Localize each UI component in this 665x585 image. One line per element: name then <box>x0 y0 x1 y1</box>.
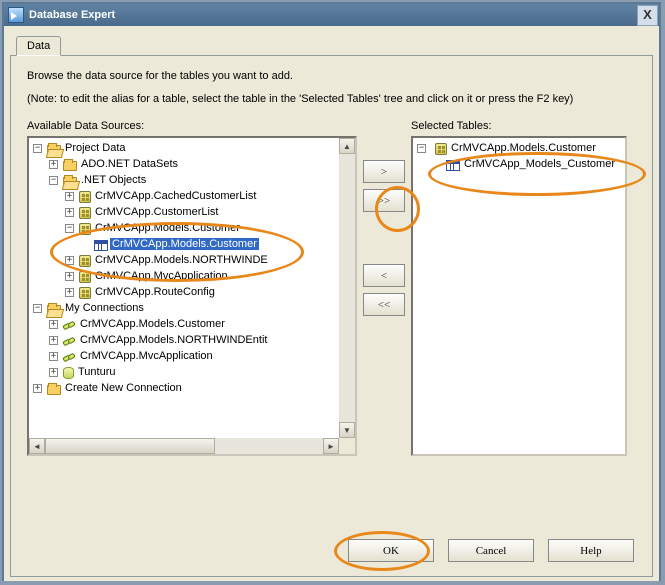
tab-panel: Browse the data source for the tables yo… <box>10 55 653 577</box>
tree-node-connection[interactable]: + CrMVCApp.MvcApplication <box>31 348 355 364</box>
help-button[interactable]: Help <box>548 539 634 562</box>
tree-node-class[interactable]: + CrMVCApp.CachedCustomerList <box>31 188 355 204</box>
ok-button[interactable]: OK <box>348 539 434 562</box>
cancel-button[interactable]: Cancel <box>448 539 534 562</box>
available-label: Available Data Sources: <box>27 120 357 132</box>
tree-node-class[interactable]: + CrMVCApp.Models.NORTHWINDE <box>31 252 355 268</box>
window-title: Database Expert <box>29 9 637 21</box>
tree-node-ado-net[interactable]: + ADO.NET DataSets <box>31 156 355 172</box>
tree-node-connection[interactable]: + Tunturu <box>31 364 355 380</box>
note-text: (Note: to edit the alias for a table, se… <box>27 92 636 106</box>
tree-node-class[interactable]: + CrMVCApp.MvcApplication <box>31 268 355 284</box>
tree-node-my-connections[interactable]: − My Connections <box>31 300 355 316</box>
dialog-window: Database Expert X Data Browse the data s… <box>2 2 661 581</box>
scrollbar-vertical[interactable]: ▲ ▼ <box>339 138 355 438</box>
tree-node-selected-table[interactable]: CrMVCApp_Models_Customer <box>415 156 625 172</box>
scroll-thumb[interactable] <box>45 438 215 454</box>
available-tree[interactable]: − Project Data + ADO.NET DataSets − .NET… <box>27 136 357 456</box>
tree-node-net-objects[interactable]: − .NET Objects <box>31 172 355 188</box>
tree-node-create-new[interactable]: + Create New Connection <box>31 380 355 396</box>
intro-text: Browse the data source for the tables yo… <box>27 70 636 82</box>
app-icon <box>8 7 24 23</box>
selected-tables-column: Selected Tables: − CrMVCApp.Models.Custo… <box>411 120 627 456</box>
scroll-left-icon[interactable]: ◄ <box>29 438 45 454</box>
transfer-buttons: > >> < << <box>357 120 411 456</box>
add-all-button[interactable]: >> <box>363 189 405 212</box>
tree-node-selected-root[interactable]: − CrMVCApp.Models.Customer <box>415 140 625 156</box>
tree-node-class[interactable]: + CrMVCApp.RouteConfig <box>31 284 355 300</box>
tabstrip: Data <box>10 32 653 55</box>
remove-all-button[interactable]: << <box>363 293 405 316</box>
tree-node-project-data[interactable]: − Project Data <box>31 140 355 156</box>
scrollbar-corner <box>339 438 355 454</box>
scroll-down-icon[interactable]: ▼ <box>339 422 355 438</box>
titlebar[interactable]: Database Expert X <box>4 4 659 26</box>
selected-label: Selected Tables: <box>411 120 627 132</box>
remove-button[interactable]: < <box>363 264 405 287</box>
tree-node-connection[interactable]: + CrMVCApp.Models.Customer <box>31 316 355 332</box>
scroll-right-icon[interactable]: ► <box>323 438 339 454</box>
tree-node-table-selected[interactable]: CrMVCApp.Models.Customer <box>31 236 355 252</box>
tree-node-connection[interactable]: + CrMVCApp.Models.NORTHWINDEntit <box>31 332 355 348</box>
selected-tree[interactable]: − CrMVCApp.Models.Customer CrMVCApp_Mode… <box>411 136 627 456</box>
scrollbar-horizontal[interactable]: ◄ ► <box>29 438 339 454</box>
close-button[interactable]: X <box>637 5 658 26</box>
available-sources-column: Available Data Sources: − Project Data +… <box>27 120 357 456</box>
tab-data[interactable]: Data <box>16 36 61 56</box>
tree-node-class-expanded[interactable]: − CrMVCApp.Models.Customer <box>31 220 355 236</box>
tree-node-class[interactable]: + CrMVCApp.CustomerList <box>31 204 355 220</box>
scroll-up-icon[interactable]: ▲ <box>339 138 355 154</box>
add-button[interactable]: > <box>363 160 405 183</box>
dialog-body: Data Browse the data source for the tabl… <box>4 26 659 581</box>
dialog-button-row: OK Cancel Help <box>348 539 634 562</box>
